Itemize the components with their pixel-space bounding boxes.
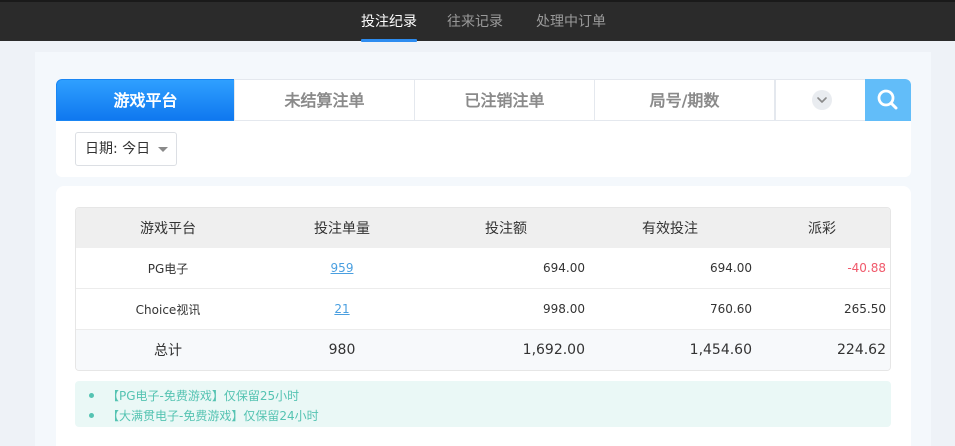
bet-count-link[interactable]: 959	[331, 261, 354, 275]
row-bet-amount: 694.00	[543, 261, 585, 275]
row-payout: -40.88	[847, 261, 886, 275]
header-bet-count: 投注单量	[314, 221, 370, 237]
total-payout: 224.62	[837, 342, 886, 358]
date-filter-dropdown[interactable]: 日期: 今日	[75, 132, 177, 166]
row-bet-amount: 998.00	[543, 302, 585, 316]
tab-unsettled-bets[interactable]: 未结算注单	[234, 79, 415, 121]
table-header: 游戏平台 投注单量 投注额 有效投注 派彩	[76, 208, 890, 248]
date-filter-label: 日期: 今日	[85, 141, 151, 157]
row-platform: Choice视讯	[135, 302, 201, 317]
tab-round-number[interactable]: 局号/期数	[594, 79, 775, 121]
summary-table: 游戏平台 投注单量 投注额 有效投注 派彩 PG电子 959 694.00 69…	[75, 207, 891, 371]
row-valid-bet: 760.60	[710, 302, 752, 316]
tab-processing-orders[interactable]: 处理中订单	[536, 2, 606, 43]
bet-count-link[interactable]: 21	[334, 302, 349, 316]
notice-box: 【PG电子-免费游戏】仅保留25小时 【大满贯电子-免费游戏】仅保留24小时	[75, 381, 891, 427]
total-bet-amount: 1,692.00	[522, 342, 585, 358]
header-bet-amount: 投注额	[485, 221, 527, 237]
search-button[interactable]	[865, 79, 911, 121]
notice-item: 【PG电子-免费游戏】仅保留25小时	[89, 387, 299, 404]
notice-item: 【大满贯电子-免费游戏】仅保留24小时	[89, 407, 319, 424]
row-payout: 265.50	[844, 302, 886, 316]
table-row: Choice视讯 21 998.00 760.60 265.50	[76, 289, 890, 330]
caret-down-icon	[158, 147, 168, 152]
more-tabs-area	[775, 79, 866, 121]
header-payout: 派彩	[808, 221, 836, 237]
total-count: 980	[328, 342, 356, 358]
tab-bet-records[interactable]: 投注纪录	[361, 2, 417, 43]
tab-game-platform[interactable]: 游戏平台	[56, 79, 235, 121]
chevron-down-icon	[817, 97, 827, 103]
total-label: 总计	[154, 343, 182, 359]
header-platform: 游戏平台	[140, 221, 196, 237]
row-platform: PG电子	[147, 261, 189, 276]
total-valid-bet: 1,454.60	[689, 342, 752, 358]
table-total-row: 总计 980 1,692.00 1,454.60 224.62	[76, 330, 890, 370]
tab-cancelled-bets[interactable]: 已注销注单	[414, 79, 595, 121]
row-valid-bet: 694.00	[710, 261, 752, 275]
top-nav-bar: 投注纪录 往来记录 处理中订单	[0, 0, 955, 43]
search-icon	[877, 89, 898, 110]
tab-transaction-records[interactable]: 往来记录	[447, 2, 503, 43]
table-row: PG电子 959 694.00 694.00 -40.88	[76, 248, 890, 289]
header-valid-bet: 有效投注	[642, 221, 698, 237]
more-tabs-button[interactable]	[812, 90, 832, 110]
